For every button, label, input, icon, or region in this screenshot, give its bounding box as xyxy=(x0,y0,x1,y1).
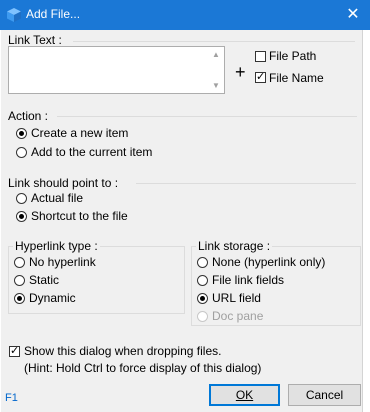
cancel-button-label: Cancel xyxy=(305,388,344,402)
static-label[interactable]: Static xyxy=(29,273,59,287)
app-cube-icon xyxy=(7,8,21,22)
shortcut-radio[interactable] xyxy=(16,211,27,222)
scroll-up-icon[interactable]: ▲ xyxy=(212,50,220,59)
link-text-separator xyxy=(73,41,355,42)
show-dialog-label[interactable]: Show this dialog when dropping files. xyxy=(24,344,221,358)
static-radio[interactable] xyxy=(14,275,25,286)
action-label: Action : xyxy=(8,109,49,123)
storage-none-radio[interactable] xyxy=(197,257,208,268)
ok-button[interactable]: OK xyxy=(209,384,280,406)
action-add-label[interactable]: Add to the current item xyxy=(31,145,152,159)
actual-file-label[interactable]: Actual file xyxy=(31,191,83,205)
file-path-label[interactable]: File Path xyxy=(269,49,316,63)
storage-url-radio[interactable] xyxy=(197,293,208,304)
hyperlink-type-label: Hyperlink type : xyxy=(13,239,100,253)
action-create-label[interactable]: Create a new item xyxy=(31,126,128,140)
storage-none-label[interactable]: None (hyperlink only) xyxy=(212,255,325,269)
dialog-client-area: Link Text : ▲ ▼ + File Path ✓ File Name … xyxy=(1,30,362,412)
action-create-radio[interactable] xyxy=(16,128,27,139)
hint-text: (Hint: Hold Ctrl to force display of thi… xyxy=(24,361,262,375)
close-icon: ✕ xyxy=(346,6,360,23)
file-name-checkbox[interactable]: ✓ xyxy=(255,71,266,83)
link-text-label: Link Text : xyxy=(8,33,62,47)
window-title: Add File... xyxy=(26,7,81,21)
shortcut-label[interactable]: Shortcut to the file xyxy=(31,209,128,223)
link-text-input[interactable]: ▲ ▼ xyxy=(8,46,225,94)
close-button[interactable]: ✕ xyxy=(336,0,370,30)
title-bar: Add File... ✕ xyxy=(0,0,370,30)
window-edge xyxy=(362,30,370,412)
point-to-label: Link should point to : xyxy=(8,176,119,190)
link-text-scrollbar[interactable]: ▲ ▼ xyxy=(208,47,224,93)
storage-url-label[interactable]: URL field xyxy=(212,291,261,305)
checkmark-icon: ✓ xyxy=(10,345,20,357)
no-hyperlink-radio[interactable] xyxy=(14,257,25,268)
action-separator xyxy=(57,116,357,117)
action-add-radio[interactable] xyxy=(16,147,27,158)
ok-button-label: OK xyxy=(235,388,254,402)
scroll-down-icon[interactable]: ▼ xyxy=(212,81,220,90)
no-hyperlink-label[interactable]: No hyperlink xyxy=(29,255,96,269)
link-text-label-text: Link Text : xyxy=(8,33,62,47)
actual-file-radio[interactable] xyxy=(16,193,27,204)
show-dialog-checkbox[interactable]: ✓ xyxy=(9,345,20,357)
storage-file-link-label[interactable]: File link fields xyxy=(212,273,284,287)
cancel-button[interactable]: Cancel xyxy=(288,384,361,406)
storage-file-link-radio[interactable] xyxy=(197,275,208,286)
storage-doc-pane-label: Doc pane xyxy=(212,309,264,323)
storage-doc-pane-radio xyxy=(197,311,208,322)
point-to-separator xyxy=(136,183,356,184)
dynamic-radio[interactable] xyxy=(14,293,25,304)
plus-sign: + xyxy=(235,62,246,82)
f1-help-link[interactable]: F1 xyxy=(5,392,18,404)
link-storage-label: Link storage : xyxy=(196,239,273,253)
file-path-checkbox[interactable] xyxy=(255,51,266,62)
checkmark-icon: ✓ xyxy=(256,71,266,83)
file-name-label[interactable]: File Name xyxy=(269,71,324,85)
dynamic-label[interactable]: Dynamic xyxy=(29,291,76,305)
